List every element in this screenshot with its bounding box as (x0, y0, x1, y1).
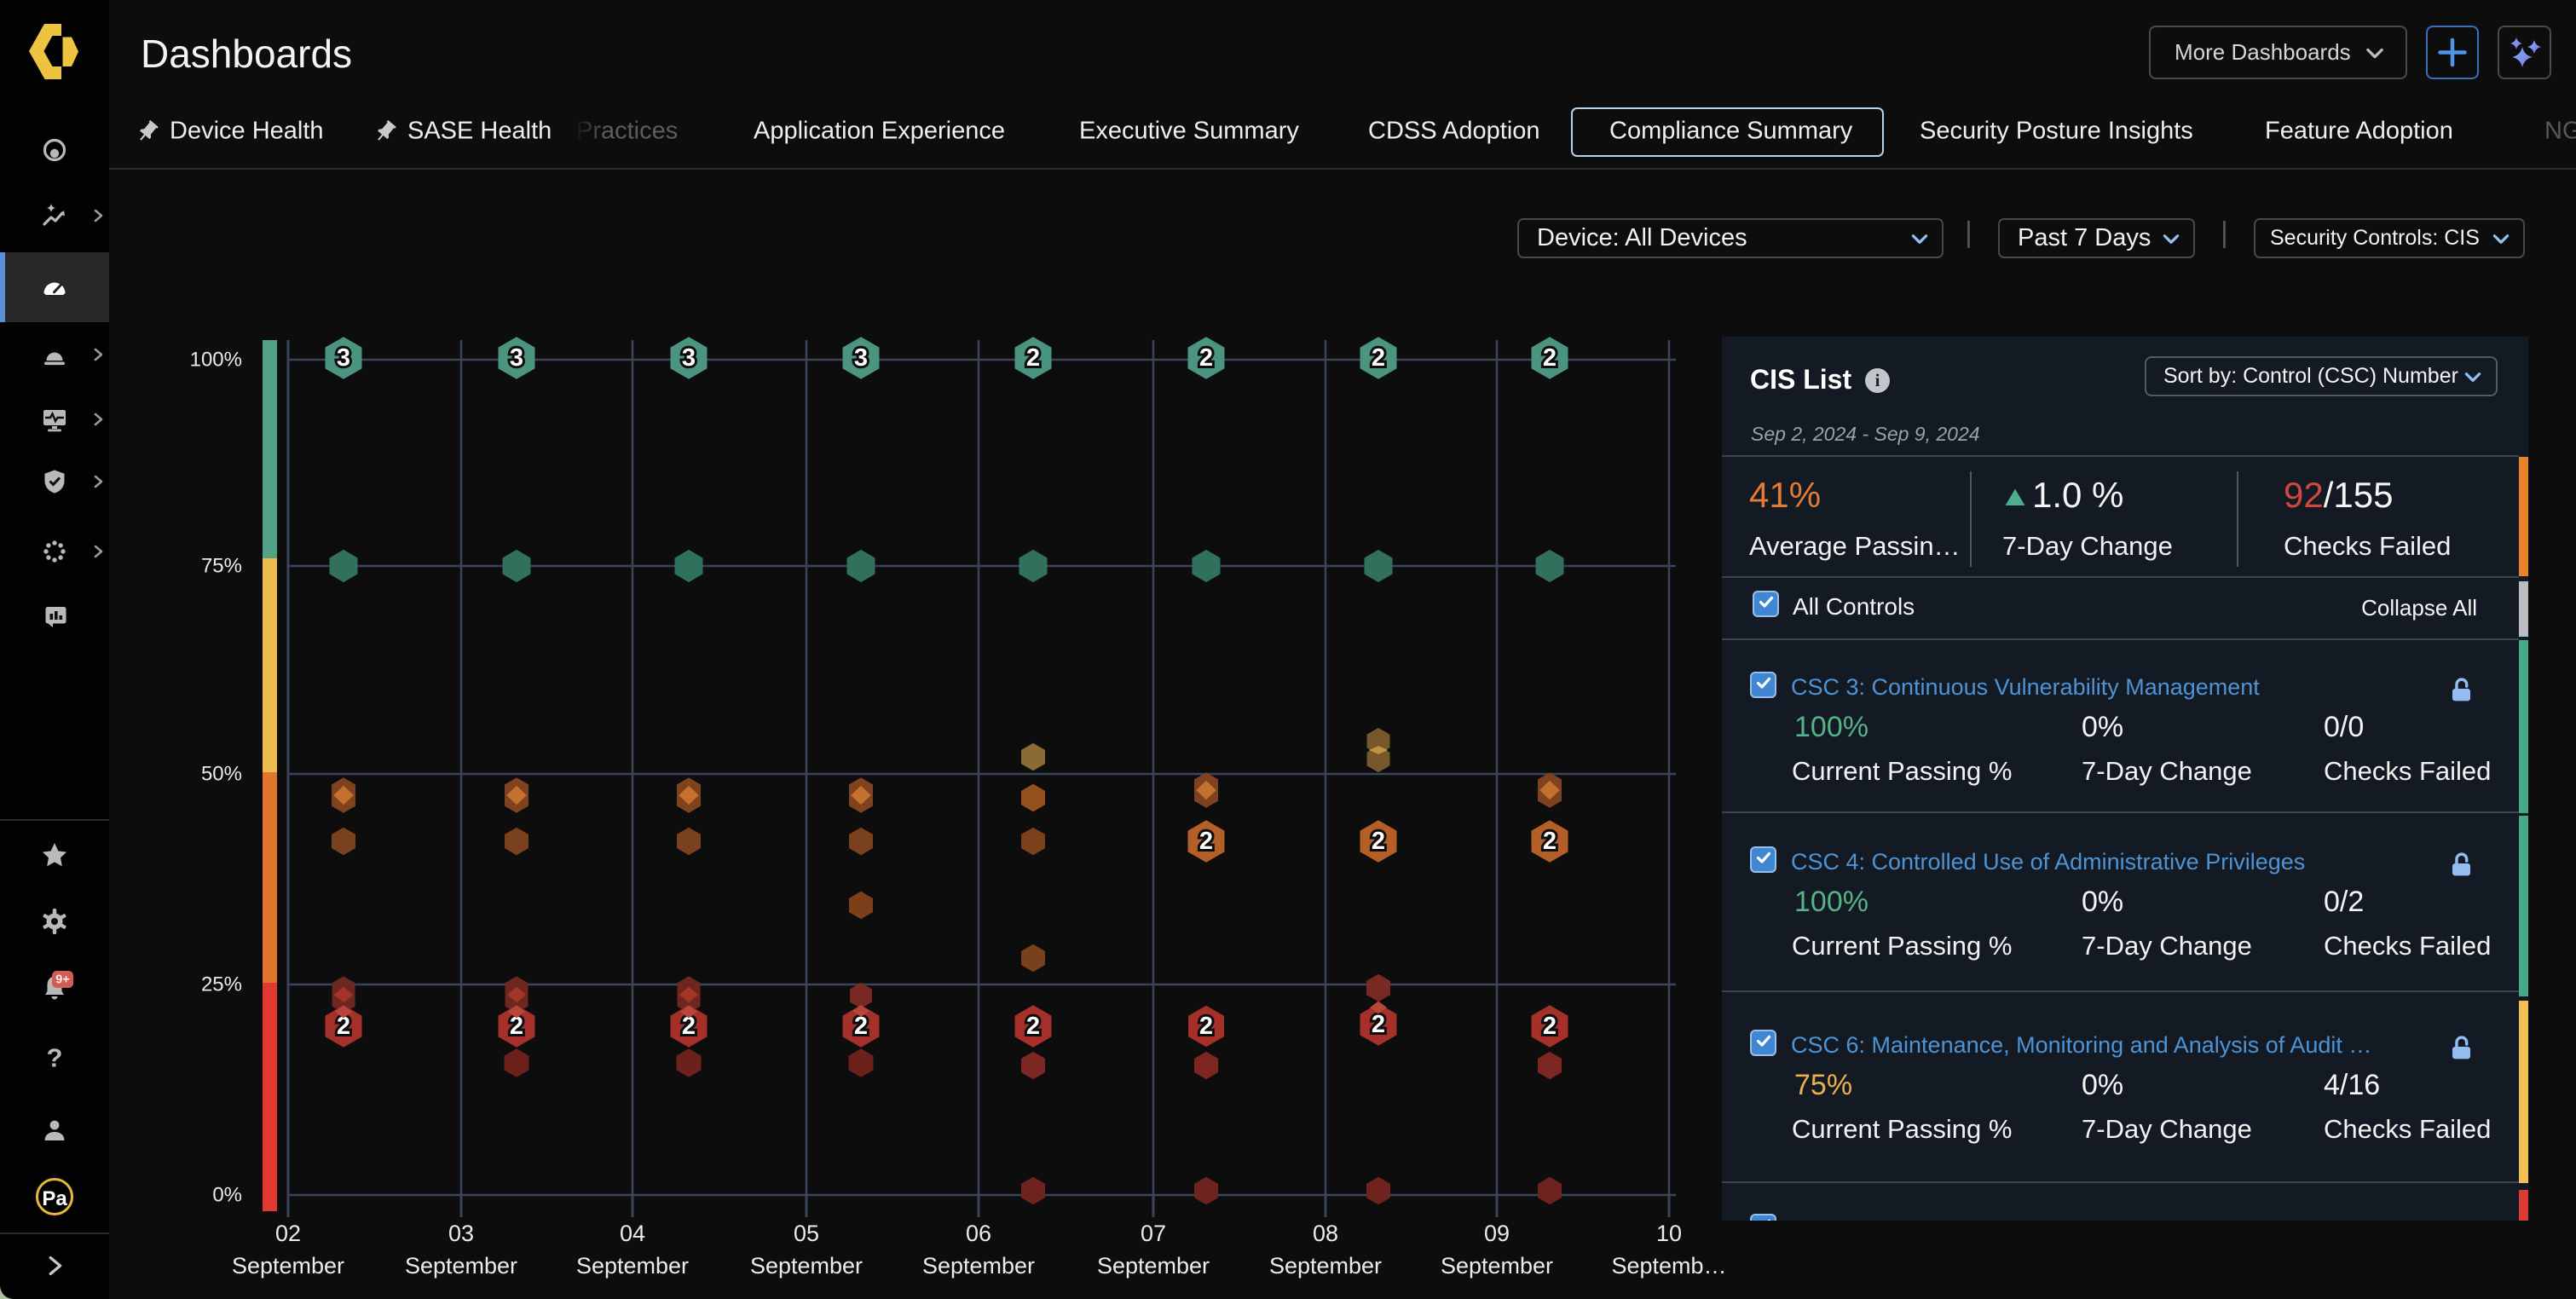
svg-text:September: September (1441, 1253, 1553, 1279)
svg-text:2: 2 (1543, 1013, 1557, 1040)
svg-text:2: 2 (1026, 344, 1040, 372)
svg-text:3: 3 (337, 344, 350, 372)
svg-text:3: 3 (682, 344, 696, 372)
svg-text:2: 2 (1543, 828, 1557, 855)
svg-text:2: 2 (1543, 344, 1557, 372)
svg-text:2: 2 (1372, 1011, 1385, 1038)
svg-text:September: September (1097, 1253, 1210, 1279)
svg-text:09: 09 (1484, 1221, 1510, 1246)
svg-text:2: 2 (1372, 828, 1385, 855)
svg-text:September: September (922, 1253, 1035, 1279)
svg-text:September: September (1269, 1253, 1382, 1279)
svg-text:2: 2 (1199, 344, 1213, 372)
svg-text:75%: 75% (201, 555, 242, 578)
svg-text:September: September (405, 1253, 517, 1279)
svg-text:2: 2 (1372, 344, 1385, 372)
svg-text:September: September (750, 1253, 863, 1279)
svg-text:9+: 9+ (55, 973, 70, 987)
svg-text:September: September (576, 1253, 689, 1279)
svg-text:04: 04 (620, 1221, 645, 1246)
svg-text:10: 10 (1656, 1221, 1682, 1246)
svg-text:50%: 50% (201, 763, 242, 786)
svg-text:2: 2 (1026, 1013, 1040, 1040)
svg-text:September: September (232, 1253, 344, 1279)
svg-text:100%: 100% (190, 349, 242, 372)
svg-text:2: 2 (1199, 828, 1213, 855)
svg-text:08: 08 (1313, 1221, 1338, 1246)
svg-text:25%: 25% (201, 973, 242, 996)
svg-text:05: 05 (794, 1221, 819, 1246)
svg-text:06: 06 (966, 1221, 991, 1246)
svg-text:07: 07 (1141, 1221, 1166, 1246)
svg-text:2: 2 (1199, 1013, 1213, 1040)
svg-text:Septemb…: Septemb… (1611, 1253, 1726, 1279)
svg-text:3: 3 (854, 344, 868, 372)
svg-text:03: 03 (448, 1221, 474, 1246)
svg-text:?: ? (47, 1043, 63, 1073)
svg-text:0%: 0% (212, 1184, 242, 1207)
svg-text:02: 02 (275, 1221, 301, 1246)
svg-text:3: 3 (510, 344, 523, 372)
